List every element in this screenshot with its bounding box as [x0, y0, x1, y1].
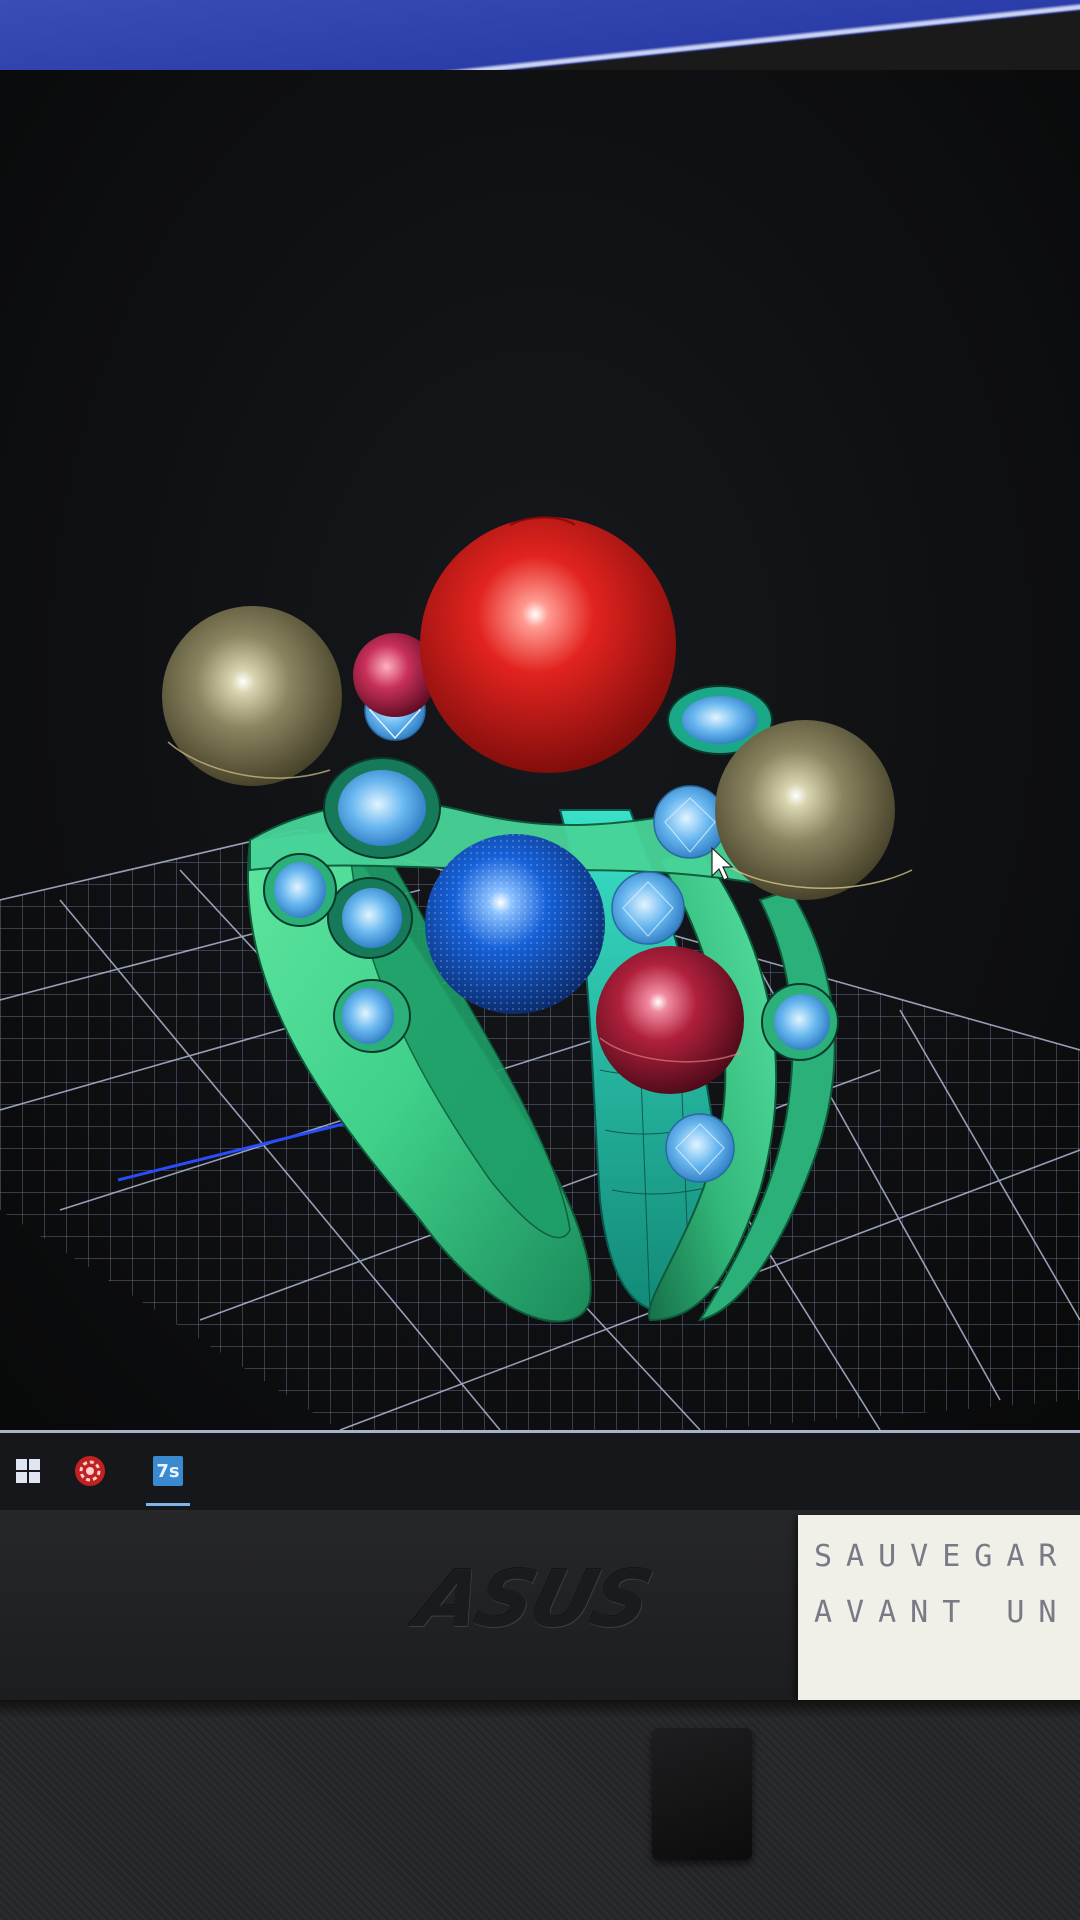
monitor-stand [0, 1700, 1080, 1920]
stand-shadow [0, 1700, 1080, 1718]
large-red-sphere[interactable] [420, 517, 676, 773]
windows-start-button[interactable] [0, 1443, 56, 1499]
black-object [652, 1728, 752, 1860]
taskbar-app-gear[interactable] [62, 1443, 118, 1499]
olive-pearl-left[interactable] [162, 606, 342, 786]
sticky-note: SAUVEGAR AVANT UN [798, 1515, 1080, 1700]
taskbar: 7s [0, 1430, 1080, 1513]
scene-3d[interactable] [0, 70, 1080, 1430]
app-7s-icon: 7s [153, 1456, 183, 1486]
burgundy-sphere[interactable] [596, 946, 744, 1094]
app-red-gear-icon [75, 1456, 105, 1486]
cad-viewport[interactable] [0, 70, 1080, 1430]
active-app-indicator [146, 1503, 190, 1506]
brand-logo: ASUS [408, 1555, 660, 1645]
sticky-note-line: SAUVEGAR [814, 1539, 1071, 1574]
windows-start-icon [16, 1459, 40, 1483]
sticky-note-line: AVANT UN [814, 1595, 1071, 1630]
taskbar-app-7s[interactable]: 7s [140, 1443, 196, 1499]
